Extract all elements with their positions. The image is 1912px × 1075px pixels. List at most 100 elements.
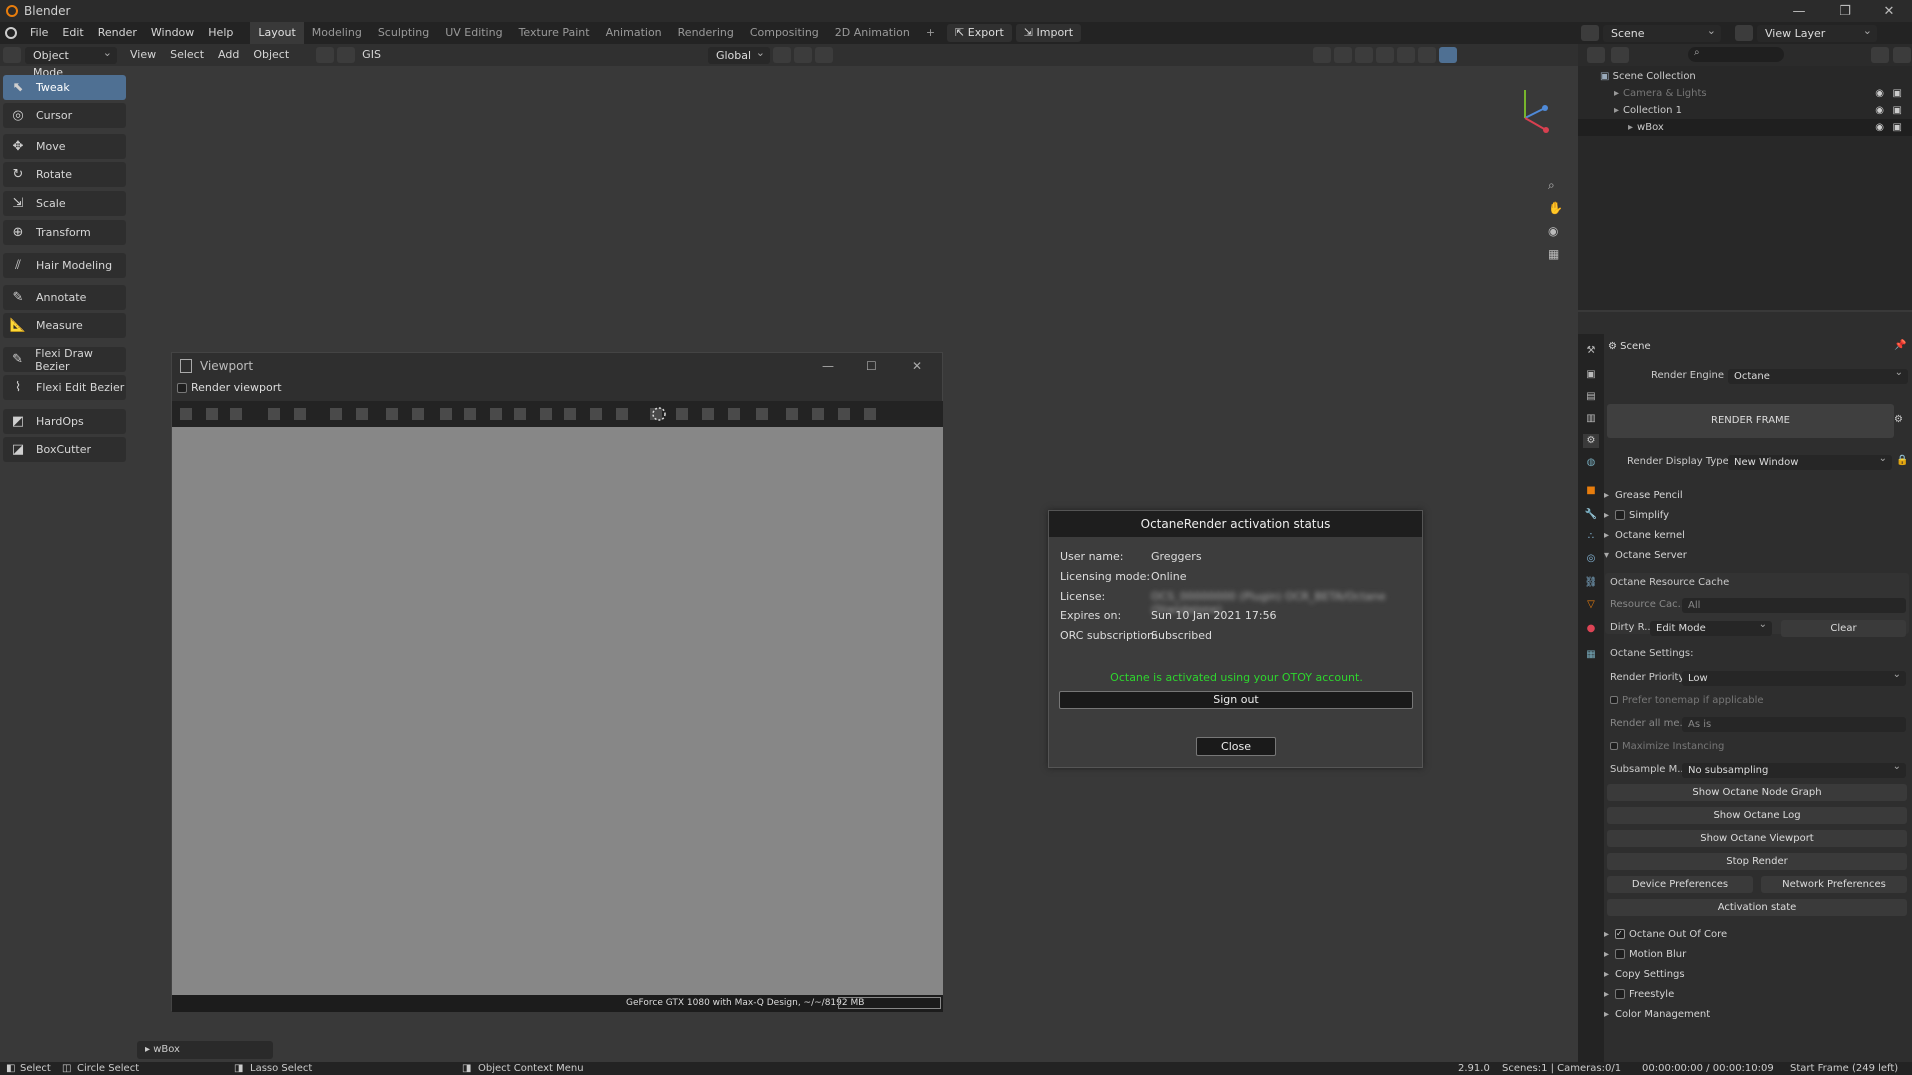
outliner-editor-icon[interactable] <box>1587 47 1605 63</box>
gis-menu[interactable]: GIS <box>355 44 388 66</box>
viewport-menu-add[interactable]: Add <box>211 44 246 66</box>
select-mode-icon[interactable] <box>316 47 335 63</box>
outliner-item-wbox[interactable]: ▸ wBox ◉ ▣ <box>1578 119 1912 136</box>
tool-rotate[interactable]: ↻ Rotate <box>3 162 126 187</box>
render-camera-icon[interactable]: ▣ <box>1893 85 1902 102</box>
viewport-close-button[interactable]: ✕ <box>912 359 922 373</box>
tab-texture-paint[interactable]: Texture Paint <box>511 22 598 44</box>
render-tab-icon[interactable]: ▣ <box>1583 368 1599 382</box>
wireframe-shading-icon[interactable] <box>1396 47 1415 63</box>
tab-animation[interactable]: Animation <box>598 22 670 44</box>
panel-checkbox[interactable] <box>1615 510 1626 520</box>
panel-grease-pencil[interactable]: ▸ Grease Pencil <box>1604 487 1912 505</box>
world-tab-icon[interactable]: ◍ <box>1583 456 1599 470</box>
render-display-type-select[interactable]: New Window <box>1728 451 1892 470</box>
outliner-search-input[interactable]: ⌕ <box>1688 47 1784 62</box>
tool-hair-modeling[interactable]: ⫽ Hair Modeling <box>3 253 126 278</box>
panel-checkbox[interactable] <box>1615 949 1626 959</box>
stop-render-button[interactable]: Stop Render <box>1607 853 1907 870</box>
outliner-item-camera-lights[interactable]: ▸ Camera & Lights ◉ ▣ <box>1578 85 1912 102</box>
render-camera-icon[interactable]: ▣ <box>1893 102 1902 119</box>
add-workspace-button[interactable]: + <box>918 22 943 44</box>
close-window-button[interactable]: ✕ <box>1866 0 1912 22</box>
tool-measure[interactable]: 📐 Measure <box>3 313 126 338</box>
tool-move[interactable]: ✥ Move <box>3 134 126 159</box>
modifier-tab-icon[interactable]: 🔧 <box>1583 508 1599 522</box>
render-camera-icon[interactable]: ▣ <box>1893 119 1902 136</box>
display-mode-icon[interactable] <box>1611 47 1629 63</box>
panel-octane-kernel[interactable]: ▸ Octane kernel <box>1604 527 1912 545</box>
viewport-menu-select[interactable]: Select <box>163 44 211 66</box>
scene-collection-row[interactable]: ▣ Scene Collection <box>1578 68 1912 85</box>
render-viewport-toggle[interactable]: Render viewport <box>177 381 282 394</box>
render-frame-button[interactable]: RENDER FRAME <box>1607 404 1894 438</box>
render-canvas[interactable] <box>172 427 943 995</box>
render-settings-icon[interactable]: ⚙ <box>1894 414 1903 425</box>
transform-orientation[interactable]: Global <box>707 44 770 64</box>
dirty-resources-select[interactable]: Edit Mode <box>1650 617 1772 636</box>
tab-2d-animation[interactable]: 2D Animation <box>827 22 918 44</box>
proportional-edit-icon[interactable] <box>814 47 833 63</box>
panel-checkbox[interactable]: ✓ <box>1615 929 1626 939</box>
gizmo-icon[interactable] <box>1333 47 1352 63</box>
tab-rendering[interactable]: Rendering <box>670 22 742 44</box>
lock-icon[interactable]: 🔒 <box>1896 455 1908 466</box>
render-engine-select[interactable]: Octane <box>1728 365 1908 384</box>
show-octane-viewport-button[interactable]: Show Octane Viewport <box>1607 830 1907 847</box>
physics-tab-icon[interactable]: ◎ <box>1583 552 1599 566</box>
panel-octane-server[interactable]: ▾ Octane Server <box>1604 547 1912 565</box>
show-octane-node-graph-button[interactable]: Show Octane Node Graph <box>1607 784 1907 801</box>
tool-flexi-edit-bezier[interactable]: ⌇ Flexi Edit Bezier <box>3 375 126 400</box>
snap-icon[interactable] <box>793 47 812 63</box>
sign-out-button[interactable]: Sign out <box>1059 691 1413 709</box>
visibility-eye-icon[interactable]: ◉ <box>1875 102 1884 119</box>
prefer-tonemap-option[interactable]: Prefer tonemap if applicable <box>1610 695 1764 706</box>
visibility-eye-icon[interactable]: ◉ <box>1875 119 1884 136</box>
object-tab-icon[interactable]: ■ <box>1583 484 1599 498</box>
render-viewport-checkbox[interactable] <box>177 382 187 393</box>
output-tab-icon[interactable]: ▤ <box>1583 390 1599 404</box>
viewport-minimize-button[interactable]: — <box>822 359 834 373</box>
menu-window[interactable]: Window <box>144 26 201 39</box>
pivot-icon[interactable] <box>772 47 791 63</box>
solid-shading-icon[interactable] <box>1417 47 1436 63</box>
panel-motion-blur[interactable]: ▸ Motion Blur <box>1604 946 1912 964</box>
menu-file[interactable]: File <box>23 26 55 39</box>
menu-render[interactable]: Render <box>91 26 144 39</box>
overlay-icon[interactable] <box>1354 47 1373 63</box>
tab-modeling[interactable]: Modeling <box>304 22 370 44</box>
constraints-tab-icon[interactable]: ⛓ <box>1583 576 1599 590</box>
texture-tab-icon[interactable]: ▦ <box>1583 648 1599 662</box>
xray-icon[interactable] <box>1375 47 1394 63</box>
navigation-gizmo[interactable] <box>1500 78 1560 138</box>
tool-cursor[interactable]: ◎ Cursor <box>3 103 126 128</box>
tab-layout[interactable]: Layout <box>250 22 304 44</box>
viewport-toolbar-icons[interactable] <box>172 401 943 427</box>
camera-view-icon[interactable]: ◉ <box>1548 224 1558 238</box>
viewport-menu-object[interactable]: Object <box>246 44 296 66</box>
activation-state-button[interactable]: Activation state <box>1607 899 1907 916</box>
tool-boxcutter[interactable]: ◪ BoxCutter <box>3 437 126 462</box>
panel-simplify[interactable]: ▸ Simplify <box>1604 507 1912 525</box>
view-layer-tab-icon[interactable]: ▥ <box>1583 412 1599 426</box>
export-button[interactable]: ⇱ Export <box>947 24 1012 42</box>
disclosure-arrow-icon[interactable]: ▸ <box>1614 88 1619 99</box>
import-button[interactable]: ⇲ Import <box>1015 24 1082 42</box>
scene-tab-icon[interactable]: ⚙ <box>1583 434 1599 448</box>
viewport-menu-view[interactable]: View <box>123 44 163 66</box>
particles-tab-icon[interactable]: ∴ <box>1583 530 1599 544</box>
show-octane-log-button[interactable]: Show Octane Log <box>1607 807 1907 824</box>
menu-edit[interactable]: Edit <box>55 26 90 39</box>
editor-type-icon[interactable] <box>3 47 21 63</box>
panel-copy-settings[interactable]: ▸ Copy Settings <box>1604 966 1912 984</box>
outliner-item-collection-1[interactable]: ▸ Collection 1 ◉ ▣ <box>1578 102 1912 119</box>
disclosure-arrow-icon[interactable]: ▸ <box>1628 122 1633 133</box>
zoom-icon[interactable]: ⌕ <box>1548 178 1555 193</box>
tool-tab-icon[interactable]: ⚒ <box>1583 344 1599 358</box>
last-operator-panel[interactable]: ▸ wBox <box>137 1041 273 1059</box>
maximize-instancing-checkbox[interactable] <box>1610 742 1618 750</box>
render-priority-select[interactable]: Low <box>1682 667 1906 686</box>
tool-hardops[interactable]: ◩ HardOps <box>3 409 126 434</box>
visibility-icon[interactable] <box>1312 47 1331 63</box>
scene-selector[interactable]: Scene <box>1603 22 1721 42</box>
